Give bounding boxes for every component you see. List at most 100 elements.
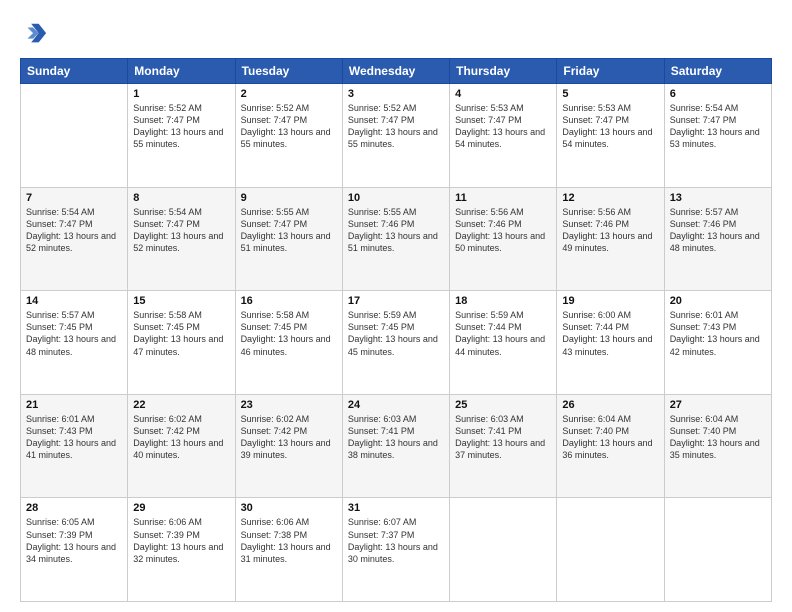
calendar-cell: 6 Sunrise: 5:54 AMSunset: 7:47 PMDaylight… <box>664 84 771 188</box>
day-number: 11 <box>455 192 551 204</box>
day-info: Sunrise: 5:59 AMSunset: 7:44 PMDaylight:… <box>455 309 551 358</box>
day-info: Sunrise: 5:55 AMSunset: 7:47 PMDaylight:… <box>241 206 337 255</box>
calendar-week-2: 7Sunrise: 5:54 AMSunset: 7:47 PMDaylight… <box>21 187 772 291</box>
calendar-cell: 16 Sunrise: 5:58 AMSunset: 7:45 PMDayligh… <box>235 291 342 395</box>
calendar-week-5: 28 Sunrise: 6:05 AMSunset: 7:39 PMDayligh… <box>21 498 772 602</box>
calendar-cell: 14 Sunrise: 5:57 AMSunset: 7:45 PMDayligh… <box>21 291 128 395</box>
day-number: 15 <box>133 295 229 307</box>
calendar-cell: 13 Sunrise: 5:57 AMSunset: 7:46 PMDayligh… <box>664 187 771 291</box>
calendar-cell <box>21 84 128 188</box>
day-info: Sunrise: 5:58 AMSunset: 7:45 PMDaylight:… <box>133 309 229 358</box>
calendar-cell: 7Sunrise: 5:54 AMSunset: 7:47 PMDaylight… <box>21 187 128 291</box>
calendar-cell: 12Sunrise: 5:56 AMSunset: 7:46 PMDayligh… <box>557 187 664 291</box>
calendar-cell: 9 Sunrise: 5:55 AMSunset: 7:47 PMDaylight… <box>235 187 342 291</box>
calendar-cell: 4 Sunrise: 5:53 AMSunset: 7:47 PMDaylight… <box>450 84 557 188</box>
day-number: 2 <box>241 88 337 100</box>
calendar-cell: 28 Sunrise: 6:05 AMSunset: 7:39 PMDayligh… <box>21 498 128 602</box>
calendar-cell: 2 Sunrise: 5:52 AMSunset: 7:47 PMDaylight… <box>235 84 342 188</box>
day-number: 17 <box>348 295 444 307</box>
calendar-cell: 22 Sunrise: 6:02 AMSunset: 7:42 PMDayligh… <box>128 394 235 498</box>
day-number: 28 <box>26 502 122 514</box>
day-info: Sunrise: 5:55 AMSunset: 7:46 PMDaylight:… <box>348 206 444 255</box>
calendar-cell: 27 Sunrise: 6:04 AMSunset: 7:40 PMDayligh… <box>664 394 771 498</box>
day-info: Sunrise: 5:56 AMSunset: 7:46 PMDaylight:… <box>455 206 551 255</box>
weekday-sunday: Sunday <box>21 59 128 84</box>
weekday-tuesday: Tuesday <box>235 59 342 84</box>
day-number: 31 <box>348 502 444 514</box>
weekday-header-row: SundayMondayTuesdayWednesdayThursdayFrid… <box>21 59 772 84</box>
day-number: 29 <box>133 502 229 514</box>
day-info: Sunrise: 5:52 AMSunset: 7:47 PMDaylight:… <box>133 102 229 151</box>
day-number: 5 <box>562 88 658 100</box>
day-info: Sunrise: 6:02 AMSunset: 7:42 PMDaylight:… <box>133 413 229 462</box>
day-number: 27 <box>670 399 766 411</box>
day-number: 14 <box>26 295 122 307</box>
day-info: Sunrise: 6:06 AMSunset: 7:38 PMDaylight:… <box>241 516 337 565</box>
day-number: 19 <box>562 295 658 307</box>
day-info: Sunrise: 6:03 AMSunset: 7:41 PMDaylight:… <box>455 413 551 462</box>
day-info: Sunrise: 5:54 AMSunset: 7:47 PMDaylight:… <box>670 102 766 151</box>
calendar-cell: 8Sunrise: 5:54 AMSunset: 7:47 PMDaylight… <box>128 187 235 291</box>
calendar-cell: 30Sunrise: 6:06 AMSunset: 7:38 PMDayligh… <box>235 498 342 602</box>
day-number: 4 <box>455 88 551 100</box>
day-info: Sunrise: 6:00 AMSunset: 7:44 PMDaylight:… <box>562 309 658 358</box>
day-info: Sunrise: 5:52 AMSunset: 7:47 PMDaylight:… <box>348 102 444 151</box>
day-number: 26 <box>562 399 658 411</box>
day-number: 23 <box>241 399 337 411</box>
day-info: Sunrise: 6:01 AMSunset: 7:43 PMDaylight:… <box>26 413 122 462</box>
weekday-friday: Friday <box>557 59 664 84</box>
day-number: 18 <box>455 295 551 307</box>
day-number: 9 <box>241 192 337 204</box>
day-number: 16 <box>241 295 337 307</box>
day-info: Sunrise: 5:57 AMSunset: 7:45 PMDaylight:… <box>26 309 122 358</box>
calendar-week-4: 21 Sunrise: 6:01 AMSunset: 7:43 PMDayligh… <box>21 394 772 498</box>
header <box>20 20 772 48</box>
day-info: Sunrise: 6:04 AMSunset: 7:40 PMDaylight:… <box>562 413 658 462</box>
day-info: Sunrise: 6:03 AMSunset: 7:41 PMDaylight:… <box>348 413 444 462</box>
calendar-cell: 19 Sunrise: 6:00 AMSunset: 7:44 PMDayligh… <box>557 291 664 395</box>
day-info: Sunrise: 5:54 AMSunset: 7:47 PMDaylight:… <box>133 206 229 255</box>
day-info: Sunrise: 6:05 AMSunset: 7:39 PMDaylight:… <box>26 516 122 565</box>
calendar-cell: 26 Sunrise: 6:04 AMSunset: 7:40 PMDayligh… <box>557 394 664 498</box>
day-number: 13 <box>670 192 766 204</box>
day-number: 25 <box>455 399 551 411</box>
weekday-wednesday: Wednesday <box>342 59 449 84</box>
day-info: Sunrise: 5:53 AMSunset: 7:47 PMDaylight:… <box>455 102 551 151</box>
day-info: Sunrise: 6:02 AMSunset: 7:42 PMDaylight:… <box>241 413 337 462</box>
calendar-week-3: 14 Sunrise: 5:57 AMSunset: 7:45 PMDayligh… <box>21 291 772 395</box>
day-number: 1 <box>133 88 229 100</box>
day-number: 20 <box>670 295 766 307</box>
calendar-cell: 3Sunrise: 5:52 AMSunset: 7:47 PMDaylight… <box>342 84 449 188</box>
day-number: 22 <box>133 399 229 411</box>
day-info: Sunrise: 6:04 AMSunset: 7:40 PMDaylight:… <box>670 413 766 462</box>
logo-icon <box>20 20 48 48</box>
calendar-cell <box>450 498 557 602</box>
logo <box>20 20 52 48</box>
calendar-cell: 21 Sunrise: 6:01 AMSunset: 7:43 PMDayligh… <box>21 394 128 498</box>
calendar-cell: 5Sunrise: 5:53 AMSunset: 7:47 PMDaylight… <box>557 84 664 188</box>
calendar-cell: 20 Sunrise: 6:01 AMSunset: 7:43 PMDayligh… <box>664 291 771 395</box>
day-info: Sunrise: 6:06 AMSunset: 7:39 PMDaylight:… <box>133 516 229 565</box>
day-info: Sunrise: 6:07 AMSunset: 7:37 PMDaylight:… <box>348 516 444 565</box>
day-info: Sunrise: 5:54 AMSunset: 7:47 PMDaylight:… <box>26 206 122 255</box>
weekday-monday: Monday <box>128 59 235 84</box>
calendar-cell: 23 Sunrise: 6:02 AMSunset: 7:42 PMDayligh… <box>235 394 342 498</box>
calendar-cell: 1 Sunrise: 5:52 AMSunset: 7:47 PMDaylight… <box>128 84 235 188</box>
calendar-cell: 25 Sunrise: 6:03 AMSunset: 7:41 PMDayligh… <box>450 394 557 498</box>
calendar-cell: 31 Sunrise: 6:07 AMSunset: 7:37 PMDayligh… <box>342 498 449 602</box>
calendar-week-1: 1 Sunrise: 5:52 AMSunset: 7:47 PMDaylight… <box>21 84 772 188</box>
weekday-saturday: Saturday <box>664 59 771 84</box>
day-number: 21 <box>26 399 122 411</box>
day-info: Sunrise: 5:59 AMSunset: 7:45 PMDaylight:… <box>348 309 444 358</box>
calendar-cell: 17 Sunrise: 5:59 AMSunset: 7:45 PMDayligh… <box>342 291 449 395</box>
calendar-table: SundayMondayTuesdayWednesdayThursdayFrid… <box>20 58 772 602</box>
calendar-cell: 29 Sunrise: 6:06 AMSunset: 7:39 PMDayligh… <box>128 498 235 602</box>
day-info: Sunrise: 5:52 AMSunset: 7:47 PMDaylight:… <box>241 102 337 151</box>
day-info: Sunrise: 5:58 AMSunset: 7:45 PMDaylight:… <box>241 309 337 358</box>
calendar-cell: 11 Sunrise: 5:56 AMSunset: 7:46 PMDayligh… <box>450 187 557 291</box>
day-info: Sunrise: 5:57 AMSunset: 7:46 PMDaylight:… <box>670 206 766 255</box>
weekday-thursday: Thursday <box>450 59 557 84</box>
day-info: Sunrise: 6:01 AMSunset: 7:43 PMDaylight:… <box>670 309 766 358</box>
day-number: 24 <box>348 399 444 411</box>
day-number: 6 <box>670 88 766 100</box>
